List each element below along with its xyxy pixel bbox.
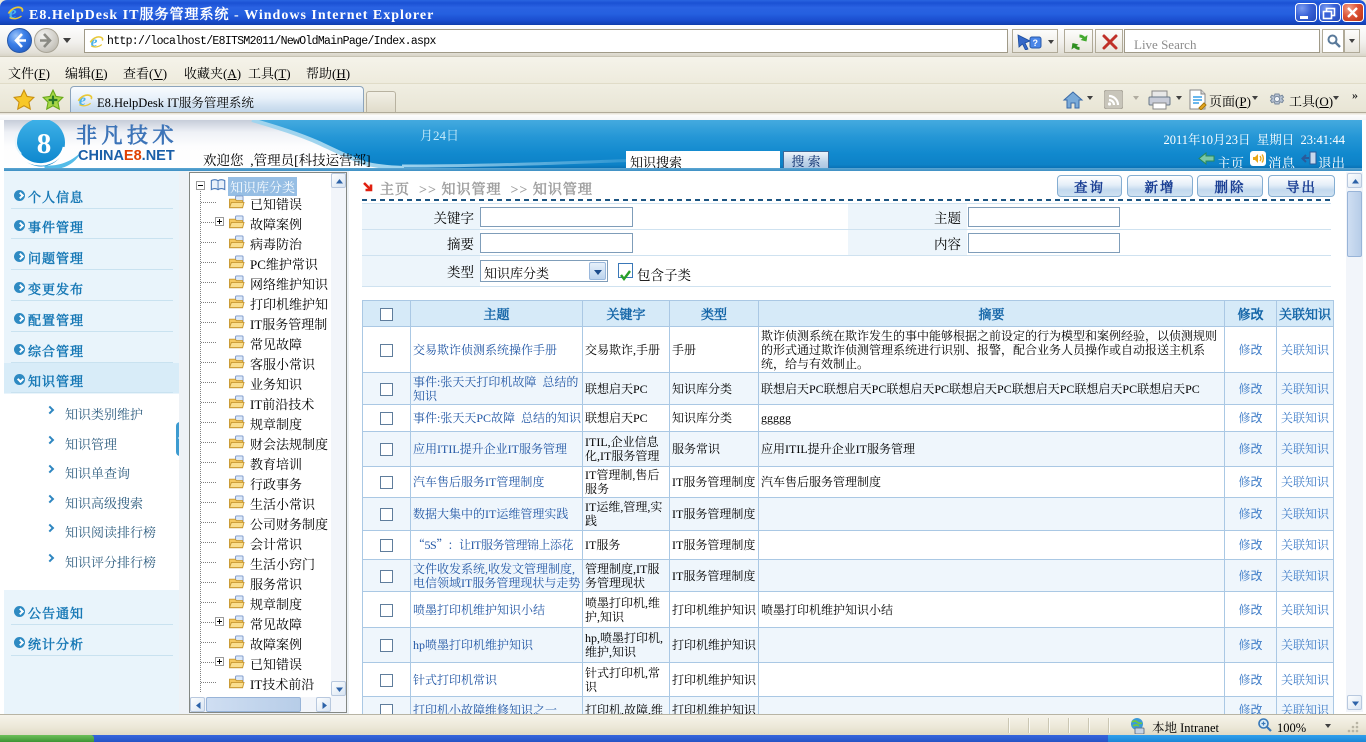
svg-text:8: 8 bbox=[37, 128, 52, 160]
svg-text:非凡技术: 非凡技术 bbox=[76, 120, 178, 150]
svg-text:CHINAE8.NET: CHINAE8.NET bbox=[78, 148, 175, 164]
svg-text:?: ? bbox=[1033, 38, 1039, 48]
